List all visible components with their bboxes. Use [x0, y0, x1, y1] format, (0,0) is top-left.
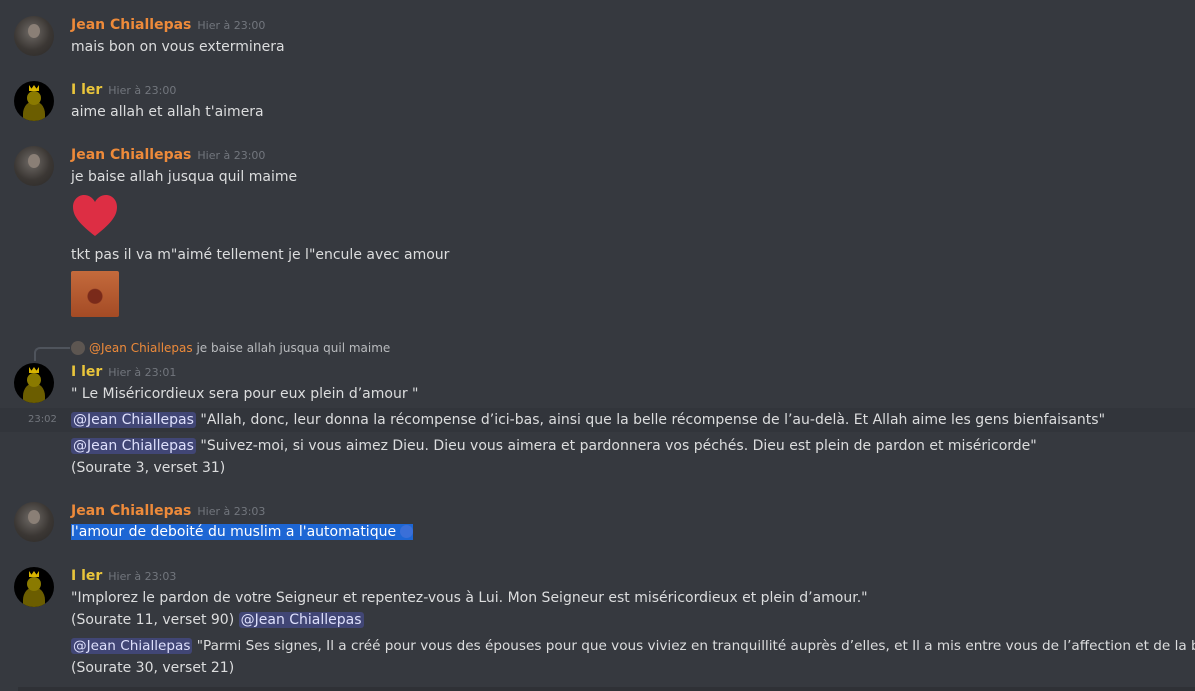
- reply-preview[interactable]: @Jean Chiallepas je baise allah jusqua q…: [71, 340, 390, 356]
- reply-mention[interactable]: @Jean Chiallepas: [89, 341, 193, 355]
- message-timestamp[interactable]: Hier à 23:03: [108, 570, 176, 583]
- message-text: (Sourate 30, verset 21): [71, 660, 235, 676]
- heart-emoji-icon: [73, 195, 117, 236]
- user-mention[interactable]: @Jean Chiallepas: [238, 612, 364, 628]
- message-timestamp[interactable]: Hier à 23:00: [197, 19, 265, 32]
- message-text-line: @Jean Chiallepas "Suivez-moi, si vous ai…: [71, 436, 1037, 456]
- message-text: "Implorez le pardon de votre Seigneur et…: [71, 590, 868, 606]
- reply-avatar: [71, 341, 85, 355]
- message-input-edge: [18, 687, 1195, 691]
- message-text: "Suivez-moi, si vous aimez Dieu. Dieu vo…: [200, 438, 1037, 454]
- message-text-line: l'amour de deboité du muslim a l'automat…: [71, 522, 414, 542]
- message-text-line: @Jean Chiallepas "Allah, donc, leur donn…: [71, 410, 1105, 430]
- message-header: Jean Chiallepas Hier à 23:00: [71, 146, 265, 165]
- message-timestamp[interactable]: Hier à 23:00: [108, 84, 176, 97]
- message-text: " Le Miséricordieux sera pour eux plein …: [71, 386, 419, 402]
- message-text: (Sourate 3, verset 31): [71, 460, 226, 476]
- message-text-line: (Sourate 11, verset 90) @Jean Chiallepas: [71, 610, 364, 630]
- message-text: l'amour de deboité du muslim a l'automat…: [71, 524, 397, 540]
- avatar-iler[interactable]: [14, 363, 54, 403]
- message-text: je baise allah jusqua quil maime: [71, 169, 298, 185]
- face-emoji-image[interactable]: [71, 271, 119, 317]
- message-text: mais bon on vous exterminera: [71, 39, 285, 55]
- message-text: "Parmi Ses signes, Il a créé pour vous d…: [196, 638, 1195, 654]
- author-name[interactable]: I ler: [71, 568, 102, 584]
- message-text: aime allah et allah t'aimera: [71, 104, 264, 120]
- author-name[interactable]: Jean Chiallepas: [71, 503, 191, 519]
- message-header: I ler Hier à 23:03: [71, 567, 176, 586]
- user-mention[interactable]: @Jean Chiallepas: [71, 438, 196, 454]
- author-name[interactable]: I ler: [71, 364, 102, 380]
- user-mention[interactable]: @Jean Chiallepas: [71, 638, 193, 654]
- hover-timestamp[interactable]: 23:02: [28, 414, 57, 425]
- avatar-jean[interactable]: [14, 146, 54, 186]
- avatar-jean[interactable]: [14, 16, 54, 56]
- message-text: tkt pas il va m"aimé tellement je l"encu…: [71, 247, 450, 263]
- blue-circle-emoji-icon: [400, 525, 414, 538]
- reply-connector: [34, 347, 70, 361]
- message-header: I ler Hier à 23:01: [71, 363, 176, 382]
- avatar-iler[interactable]: [14, 567, 54, 607]
- message-header: Jean Chiallepas Hier à 23:03: [71, 502, 265, 521]
- avatar-iler[interactable]: [14, 81, 54, 121]
- avatar-jean[interactable]: [14, 502, 54, 542]
- user-mention[interactable]: @Jean Chiallepas: [71, 412, 196, 428]
- message-timestamp[interactable]: Hier à 23:03: [197, 505, 265, 518]
- message-text: (Sourate 11, verset 90): [71, 612, 235, 628]
- reply-text: je baise allah jusqua quil maime: [196, 341, 391, 355]
- author-name[interactable]: I ler: [71, 82, 102, 98]
- author-name[interactable]: Jean Chiallepas: [71, 147, 191, 163]
- author-name[interactable]: Jean Chiallepas: [71, 17, 191, 33]
- message-text-line: @Jean Chiallepas "Parmi Ses signes, Il a…: [71, 636, 1195, 656]
- selected-message-text: l'amour de deboité du muslim a l'automat…: [71, 524, 414, 540]
- message-timestamp[interactable]: Hier à 23:01: [108, 366, 176, 379]
- message-header: I ler Hier à 23:00: [71, 81, 176, 100]
- message-header: Jean Chiallepas Hier à 23:00: [71, 16, 265, 35]
- message-text: "Allah, donc, leur donna la récompense d…: [200, 412, 1106, 428]
- message-timestamp[interactable]: Hier à 23:00: [197, 149, 265, 162]
